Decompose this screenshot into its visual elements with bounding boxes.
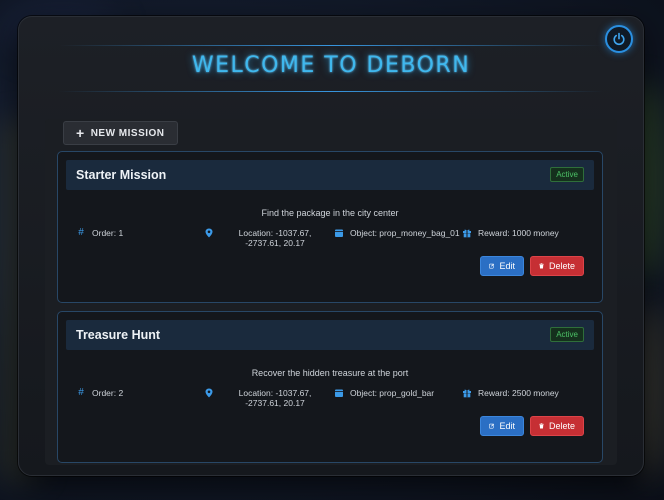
trash-icon [539,263,544,269]
mission-reward: Reward: 2500 money [462,388,559,398]
delete-button[interactable]: Delete [530,416,584,436]
status-badge: Active [550,167,584,182]
mission-card: Treasure Hunt Active Recover the hidden … [57,311,603,463]
mission-card: Starter Mission Active Find the package … [57,151,603,303]
mission-title: Starter Mission [76,168,167,182]
mission-object: Object: prop_gold_bar [334,388,434,398]
mission-reward: Reward: 1000 money [462,228,559,238]
map-pin-icon [205,388,213,398]
gift-icon [463,229,471,238]
power-icon [613,32,625,46]
mission-card-header: Treasure Hunt Active [66,320,594,350]
mission-order: # Order: 1 [76,227,123,239]
box-icon [335,389,343,397]
edit-icon [489,263,495,269]
hash-icon: # [78,227,84,238]
mission-order: # Order: 2 [76,387,123,399]
status-badge: Active [550,327,584,342]
plus-icon: + [76,125,85,141]
box-icon [335,229,343,237]
mission-manager-window: WELCOME TO DEBORN + NEW MISSION Starter … [18,16,644,476]
delete-button[interactable]: Delete [530,256,584,276]
mission-location: Location: -1037.67, -2737.61, 20.17 [204,228,330,248]
edit-button[interactable]: Edit [480,416,524,436]
header-divider-top [59,45,603,46]
mission-description: Recover the hidden treasure at the port [251,368,409,378]
trash-icon [539,423,544,429]
gift-icon [463,389,471,398]
map-pin-icon [205,228,213,238]
hash-icon: # [78,387,84,398]
mission-object: Object: prop_money_bag_01 [334,228,460,238]
mission-card-header: Starter Mission Active [66,160,594,190]
header: WELCOME TO DEBORN [19,17,643,119]
mission-description: Find the package in the city center [261,208,399,218]
page-title: WELCOME TO DEBORN [191,53,471,78]
edit-icon [489,423,495,429]
new-mission-label: NEW MISSION [90,127,165,139]
edit-button[interactable]: Edit [480,256,524,276]
mission-list-panel: + NEW MISSION Starter Mission Active Fin… [45,119,617,465]
power-button[interactable] [605,25,633,53]
new-mission-button[interactable]: + NEW MISSION [63,121,178,145]
header-divider-bottom [59,91,603,92]
mission-title: Treasure Hunt [76,328,161,342]
mission-location: Location: -1037.67, -2737.61, 20.17 [204,388,330,408]
